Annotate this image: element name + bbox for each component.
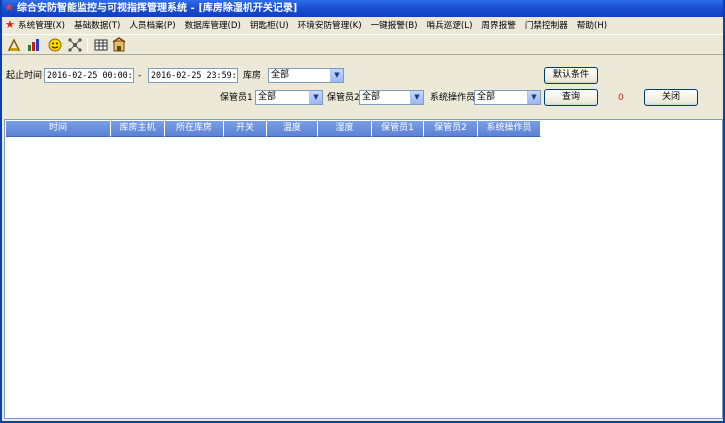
keeper2-value: 全部: [362, 92, 381, 102]
menu-star-icon: ★: [5, 18, 15, 31]
column-header-switch[interactable]: 开关: [224, 121, 267, 137]
keeper2-select[interactable]: 全部 ▼: [359, 90, 424, 105]
menu-items: 系统管理(X) 基础数据(T) 人员档案(P) 数据库管理(D) 钥匙柜(U) …: [18, 20, 616, 32]
table-header: 时间 库房主机 所在库房 开关 温度 湿度 保管员1 保管员2 系统操作员: [6, 121, 541, 137]
keeper1-label: 保管员1: [220, 93, 253, 103]
keeper2-label: 保管员2: [327, 93, 360, 103]
column-header-humidity[interactable]: 湿度: [318, 121, 372, 137]
menu-access-control[interactable]: 门禁控制器: [525, 20, 568, 32]
close-button[interactable]: 关闭: [644, 89, 698, 106]
toolbar: [2, 34, 723, 55]
record-count: 0: [618, 93, 624, 103]
smiley-icon[interactable]: [47, 37, 63, 53]
column-header-temperature[interactable]: 温度: [267, 121, 318, 137]
menu-basic-data[interactable]: 基础数据(T): [74, 20, 120, 32]
title-bar: ★ 综合安防智能监控与可视指挥管理系统 - [库房除湿机开关记录]: [2, 0, 723, 17]
chevron-down-icon[interactable]: ▼: [527, 91, 540, 104]
keeper1-select[interactable]: 全部 ▼: [255, 90, 323, 105]
chevron-down-icon[interactable]: ▼: [410, 91, 423, 104]
start-time-label: 起止时间: [6, 71, 43, 81]
menu-system[interactable]: 系统管理(X): [18, 20, 65, 32]
column-header-keeper1[interactable]: 保管员1: [372, 121, 424, 137]
query-button[interactable]: 查询: [544, 89, 598, 106]
menu-help[interactable]: 帮助(H): [577, 20, 607, 32]
menu-bar: ★ 系统管理(X) 基础数据(T) 人员档案(P) 数据库管理(D) 钥匙柜(U…: [2, 17, 723, 34]
end-time-field[interactable]: 2016-02-25 23:59:59: [148, 68, 238, 83]
app-star-icon: ★: [5, 3, 14, 13]
menu-database[interactable]: 数据库管理(D): [185, 20, 241, 32]
column-header-time[interactable]: 时间: [6, 121, 111, 137]
records-table[interactable]: 时间 库房主机 所在库房 开关 温度 湿度 保管员1 保管员2 系统操作员: [4, 119, 723, 419]
chevron-down-icon[interactable]: ▼: [330, 69, 343, 82]
scale-icon[interactable]: [6, 37, 22, 53]
building-icon[interactable]: [111, 37, 127, 53]
main-window: ★ 综合安防智能监控与可视指挥管理系统 - [库房除湿机开关记录] ★ 系统管理…: [0, 0, 725, 423]
column-header-storehouse[interactable]: 所在库房: [165, 121, 224, 137]
operator-value: 全部: [477, 92, 496, 102]
storehouse-value: 全部: [271, 70, 290, 80]
menu-environment[interactable]: 环境安防管理(K): [298, 20, 362, 32]
storehouse-label: 库房: [243, 71, 262, 81]
operator-select[interactable]: 全部 ▼: [474, 90, 541, 105]
menu-perimeter[interactable]: 周界报警: [481, 20, 515, 32]
network-icon[interactable]: [67, 37, 83, 53]
column-header-keeper2[interactable]: 保管员2: [424, 121, 478, 137]
default-conditions-button[interactable]: 默认条件: [544, 67, 598, 84]
storehouse-select[interactable]: 全部 ▼: [268, 68, 344, 83]
filter-panel: 起止时间 2016-02-25 00:00:00 - 2016-02-25 23…: [2, 56, 723, 118]
menu-personnel[interactable]: 人员档案(P): [129, 20, 175, 32]
grid-icon[interactable]: [93, 37, 109, 53]
column-header-operator[interactable]: 系统操作员: [478, 121, 541, 137]
menu-alarm[interactable]: 一键报警(B): [371, 20, 418, 32]
window-title: 综合安防智能监控与可视指挥管理系统 - [库房除湿机开关记录]: [17, 3, 298, 14]
chart-icon[interactable]: [26, 37, 42, 53]
menu-key-cabinet[interactable]: 钥匙柜(U): [250, 20, 289, 32]
start-time-field[interactable]: 2016-02-25 00:00:00: [44, 68, 134, 83]
menu-patrol[interactable]: 哨兵巡逻(L): [427, 20, 473, 32]
toolbar-separator: [87, 38, 88, 52]
operator-label: 系统操作员: [430, 93, 476, 103]
range-dash: -: [138, 71, 142, 81]
column-header-host[interactable]: 库房主机: [111, 121, 165, 137]
keeper1-value: 全部: [258, 92, 277, 102]
chevron-down-icon[interactable]: ▼: [309, 91, 322, 104]
